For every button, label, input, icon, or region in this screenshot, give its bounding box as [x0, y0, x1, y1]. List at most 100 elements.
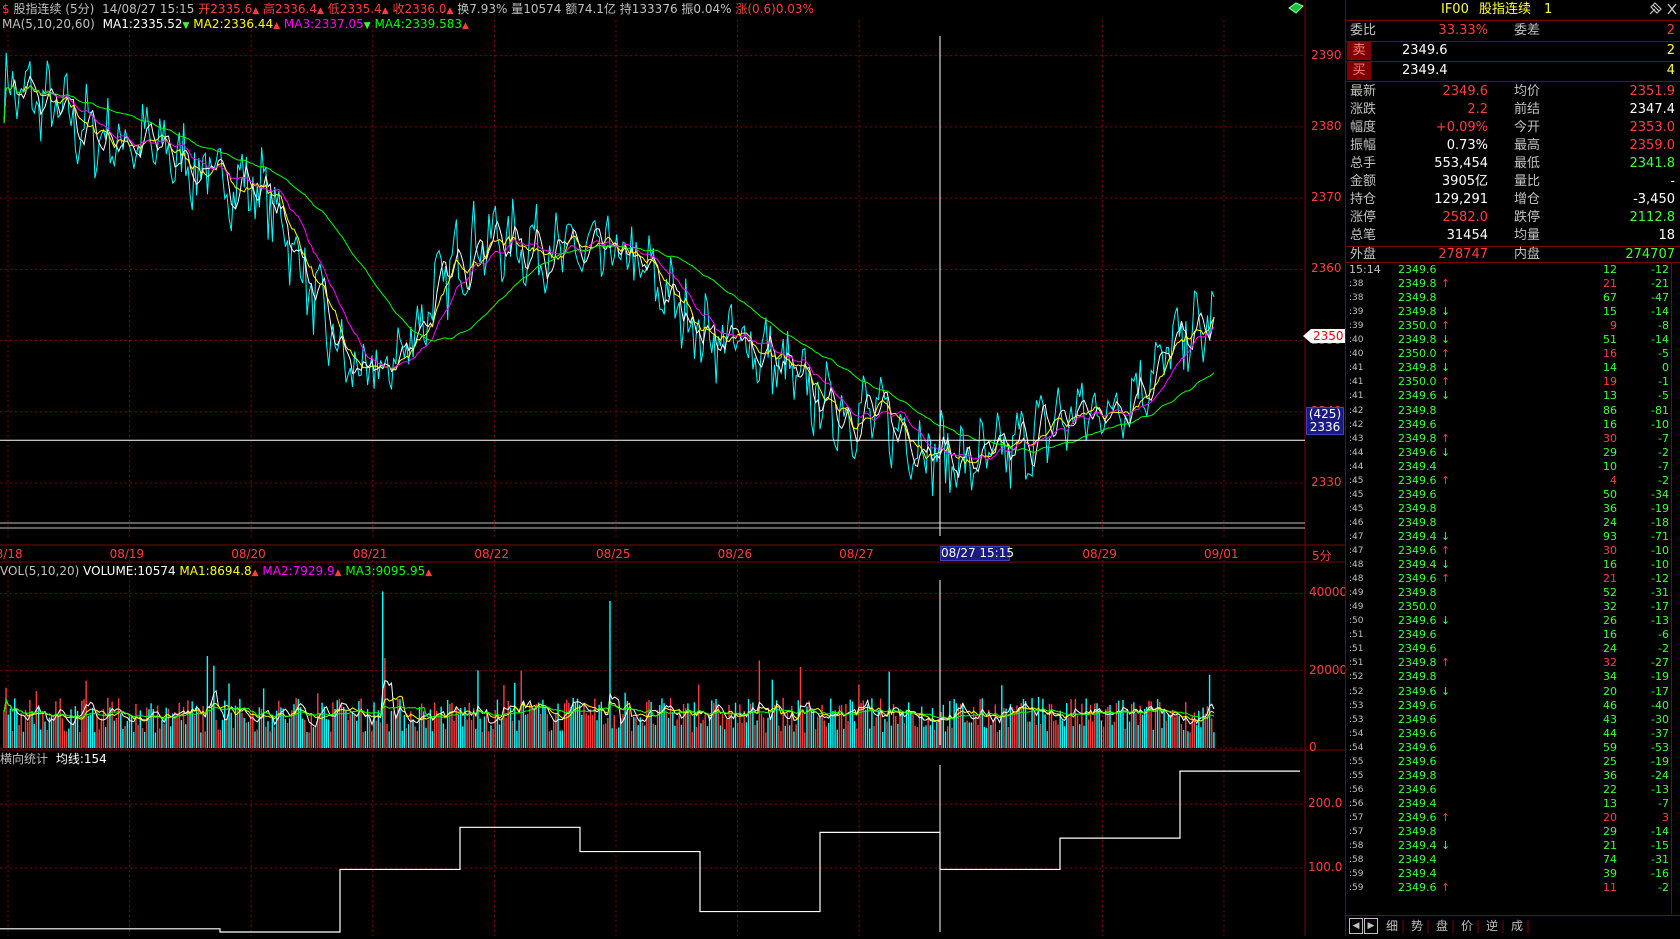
- kline-chart[interactable]: [0, 0, 1345, 936]
- tab-detail[interactable]: 细: [1386, 918, 1398, 934]
- tab-prev-icon[interactable]: ◀: [1349, 918, 1363, 934]
- stat-label1: 最新: [1350, 84, 1377, 99]
- volume-bar: [81, 700, 83, 748]
- tick-price: 2349.8: [1398, 670, 1437, 684]
- tick-position-change: -19: [1651, 501, 1669, 515]
- tick-row: :48 2349.6 ↑ 21 -12: [1346, 572, 1680, 586]
- tab-price[interactable]: 价: [1461, 918, 1473, 934]
- volume-bar: [407, 724, 410, 748]
- cursor-price-box: (425) 2336: [1306, 407, 1344, 435]
- volume-bar: [16, 708, 18, 748]
- pin-icon[interactable]: [1648, 2, 1662, 22]
- volume-bar: [853, 721, 856, 748]
- tick-volume: 29: [1603, 445, 1617, 459]
- volume-bar: [873, 726, 875, 748]
- tick-position-change: -10: [1651, 417, 1669, 431]
- tick-price: 2349.4: [1398, 839, 1437, 853]
- volume-bar: [416, 730, 419, 748]
- volume-bar: [100, 718, 103, 748]
- volume-bar: [1130, 704, 1133, 748]
- date-tick-label: 08/20: [231, 547, 266, 561]
- volume-bar: [559, 730, 561, 748]
- up-arrow-icon: ▲: [252, 6, 260, 16]
- tick-scrollbar[interactable]: [1671, 262, 1680, 914]
- tick-time: :48: [1349, 574, 1364, 585]
- volume-bar: [234, 705, 237, 748]
- tick-volume: 20: [1603, 810, 1617, 824]
- volume-bar: [793, 731, 795, 748]
- volume-bar: [1163, 709, 1165, 748]
- volume-bar: [7, 714, 9, 748]
- ma-bar: MA(5,10,20,60) MA1:2335.52▼ MA2:2336.44▲…: [2, 16, 469, 32]
- tick-price: 2350.0: [1398, 600, 1437, 614]
- tick-row: :43 2349.8 ↑ 30 -7: [1346, 432, 1680, 446]
- tab-deal[interactable]: 成: [1511, 918, 1523, 934]
- tick-position-change: -2: [1658, 881, 1669, 895]
- volume-bar: [232, 727, 235, 748]
- volume-bar: [228, 683, 230, 748]
- stat-label1: 总手: [1350, 156, 1377, 171]
- volume-bar: [46, 729, 48, 748]
- tick-row: :52 2349.8 34 -19: [1346, 670, 1680, 684]
- volume-bar: [327, 719, 330, 748]
- volume-bar: [628, 707, 631, 748]
- buy-row[interactable]: 买 2349.4 4: [1346, 61, 1680, 81]
- volume-bar: [1165, 720, 1167, 748]
- stat-avg: 均线:154: [55, 752, 107, 766]
- date-tick-label: 09/01: [1203, 547, 1239, 561]
- tick-row: :41 2350.0 ↑ 19 -1: [1346, 375, 1680, 389]
- tab-next-icon[interactable]: ▶: [1364, 918, 1378, 934]
- tick-position-change: -7: [1658, 796, 1669, 810]
- tick-price: 2349.6: [1398, 782, 1437, 796]
- volume-bar: [204, 731, 206, 748]
- volume-bar: [267, 721, 269, 748]
- tick-position-change: -5: [1658, 347, 1669, 361]
- chart-area[interactable]: $ 股指连续 (5分) 14/08/27 15:15 开2335.6▲ 高233…: [0, 0, 1347, 936]
- tick-price: 2349.8: [1398, 361, 1437, 375]
- volume-bar: [392, 711, 395, 748]
- volume-bar: [438, 715, 440, 748]
- volume-bar: [135, 704, 137, 748]
- volume-bar: [635, 717, 637, 748]
- close-panel-icon[interactable]: [1666, 2, 1678, 22]
- tick-time: :41: [1349, 363, 1364, 374]
- tick-direction-icon: ↑: [1441, 347, 1451, 361]
- volume-bar: [459, 708, 462, 748]
- price-tick-label: 2330: [1311, 475, 1342, 489]
- tick-volume: 74: [1603, 853, 1617, 867]
- volume-bar: [1202, 707, 1204, 748]
- volume-bar: [630, 730, 633, 748]
- volume-bar: [470, 719, 473, 748]
- tick-time: :57: [1349, 827, 1364, 837]
- tick-time: :55: [1349, 770, 1364, 781]
- volume-bar: [364, 731, 367, 748]
- tick-row: :44 2349.4 10 -7: [1346, 460, 1680, 474]
- volume-bar: [308, 732, 310, 748]
- tick-price: 2349.8: [1398, 431, 1437, 445]
- volume-bar: [172, 713, 174, 748]
- volume-bar: [1137, 725, 1139, 748]
- volume-bar: [591, 715, 594, 748]
- tick-direction-icon: ↑: [1441, 277, 1451, 291]
- tab-trend[interactable]: 势: [1411, 918, 1423, 934]
- tick-volume: 32: [1603, 600, 1617, 614]
- tick-time: :47: [1349, 531, 1364, 542]
- volume-bar: [150, 703, 152, 748]
- volume-bar: [143, 731, 146, 748]
- stat-label: 横向统计: [0, 752, 49, 766]
- tab-orderbook[interactable]: 盘: [1436, 918, 1448, 934]
- tick-position-change: -18: [1651, 515, 1669, 529]
- stat-label2: 量比: [1514, 174, 1541, 189]
- tick-time: :55: [1349, 756, 1364, 767]
- tick-direction-icon: ↓: [1441, 684, 1451, 698]
- tab-reverse[interactable]: 逆: [1486, 918, 1498, 934]
- flag-icon[interactable]: [1288, 2, 1304, 14]
- tab-separator: |: [1451, 919, 1456, 933]
- volume-bar: [739, 704, 741, 748]
- tick-time: :52: [1349, 686, 1364, 697]
- volume-bar: [427, 719, 429, 748]
- tick-position-change: -19: [1651, 670, 1669, 684]
- volume-bar: [1078, 724, 1081, 748]
- sell-row[interactable]: 卖 2349.6 2: [1346, 41, 1680, 61]
- tick-row: :44 2349.6 ↓ 29 -2: [1346, 446, 1680, 460]
